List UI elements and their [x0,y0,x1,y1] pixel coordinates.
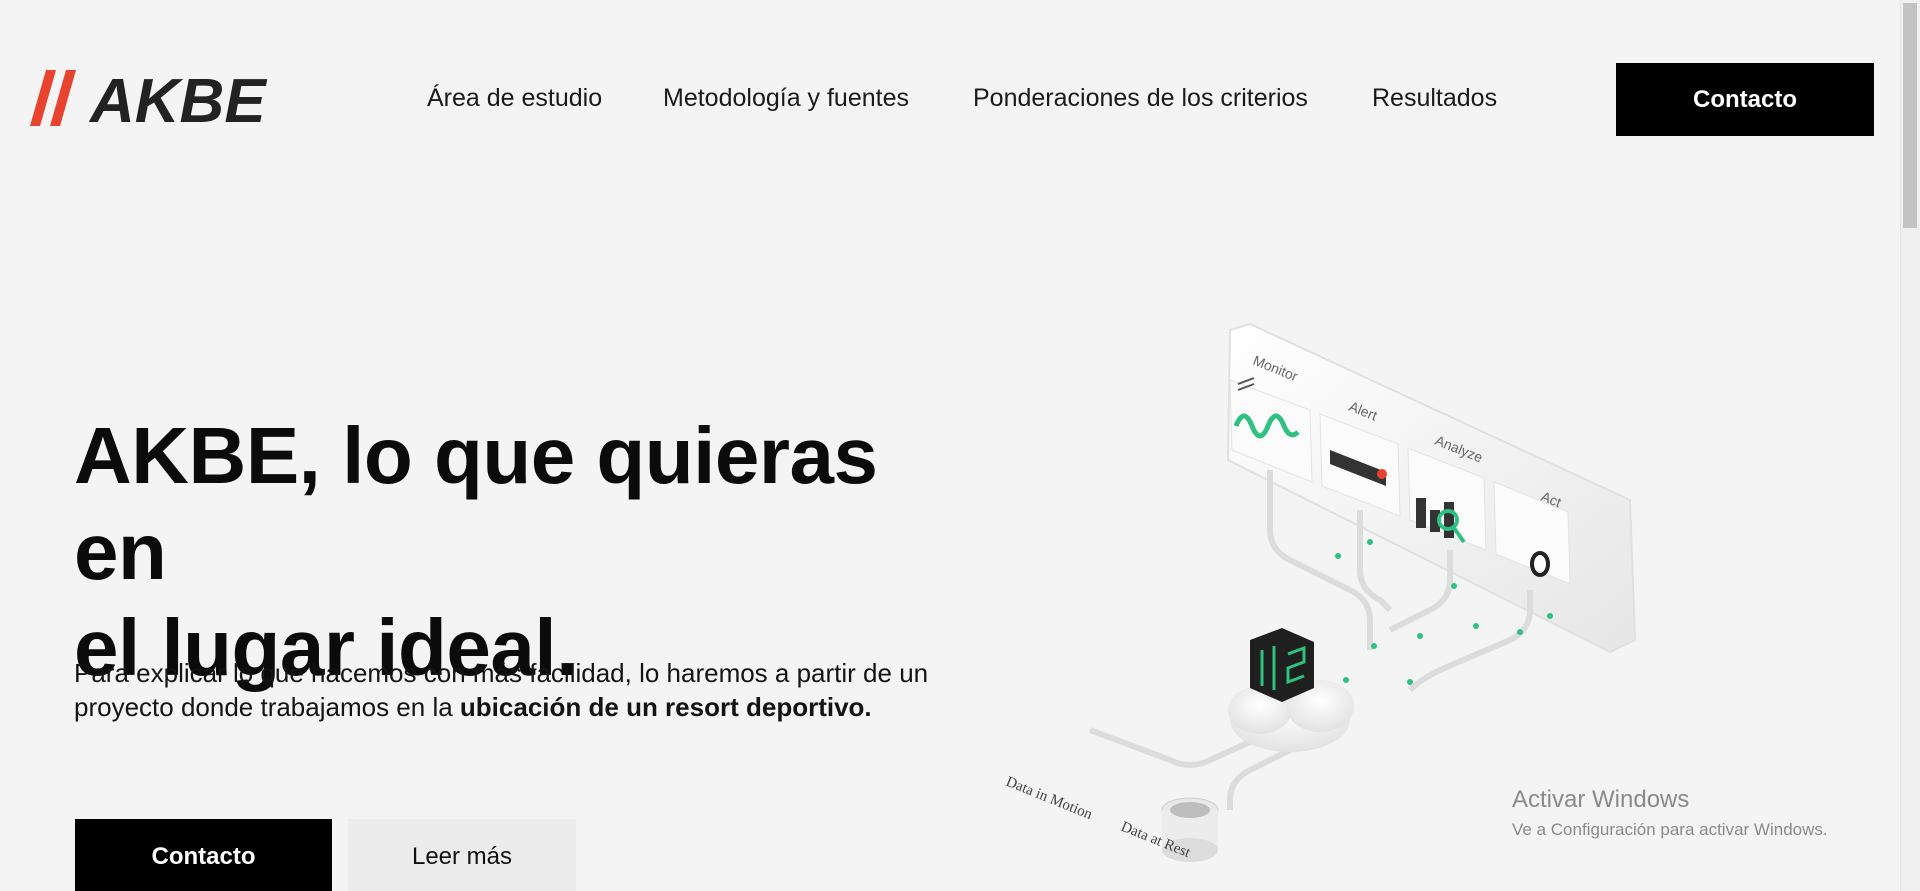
cloud-node [1228,628,1354,752]
page-scrollbar[interactable] [1900,0,1920,891]
hero-contact-button[interactable]: Contacto [75,819,332,891]
nav-item-metodologia[interactable]: Metodología y fuentes [663,84,909,113]
analyze-bar-1 [1416,498,1426,528]
nav-item-ponderaciones[interactable]: Ponderaciones de los criterios [973,84,1308,113]
data-in-motion-label: Data in Motion [1004,774,1095,823]
read-more-button[interactable]: Leer más [348,819,576,891]
platform-cube-icon [1250,628,1314,702]
brand-logo[interactable]: AKBE [30,70,305,126]
windows-activation-title: Activar Windows [1512,786,1690,813]
scrollbar-thumb[interactable] [1903,3,1917,228]
hero-description: Para explicar lo que hacemos con más fac… [74,656,954,724]
logo-slash-2 [50,70,76,126]
hero-description-highlight: ubicación de un resort deportivo. [459,692,872,722]
header-contact-button[interactable]: Contacto [1616,63,1874,136]
analyze-bar-3 [1444,502,1454,538]
alert-dot-icon [1377,469,1387,479]
windows-activation-subtitle: Ve a Configuración para activar Windows. [1512,820,1828,839]
nav-item-resultados[interactable]: Resultados [1372,84,1497,113]
logo-slash-1 [30,70,56,126]
hero-title-line-1: AKBE, lo que quieras en [74,411,878,596]
hero-title: AKBE, lo que quieras en el lugar ideal. [74,408,974,696]
logo-wordmark: AKBE [88,70,267,126]
nav-item-area-de-estudio[interactable]: Área de estudio [427,84,602,113]
